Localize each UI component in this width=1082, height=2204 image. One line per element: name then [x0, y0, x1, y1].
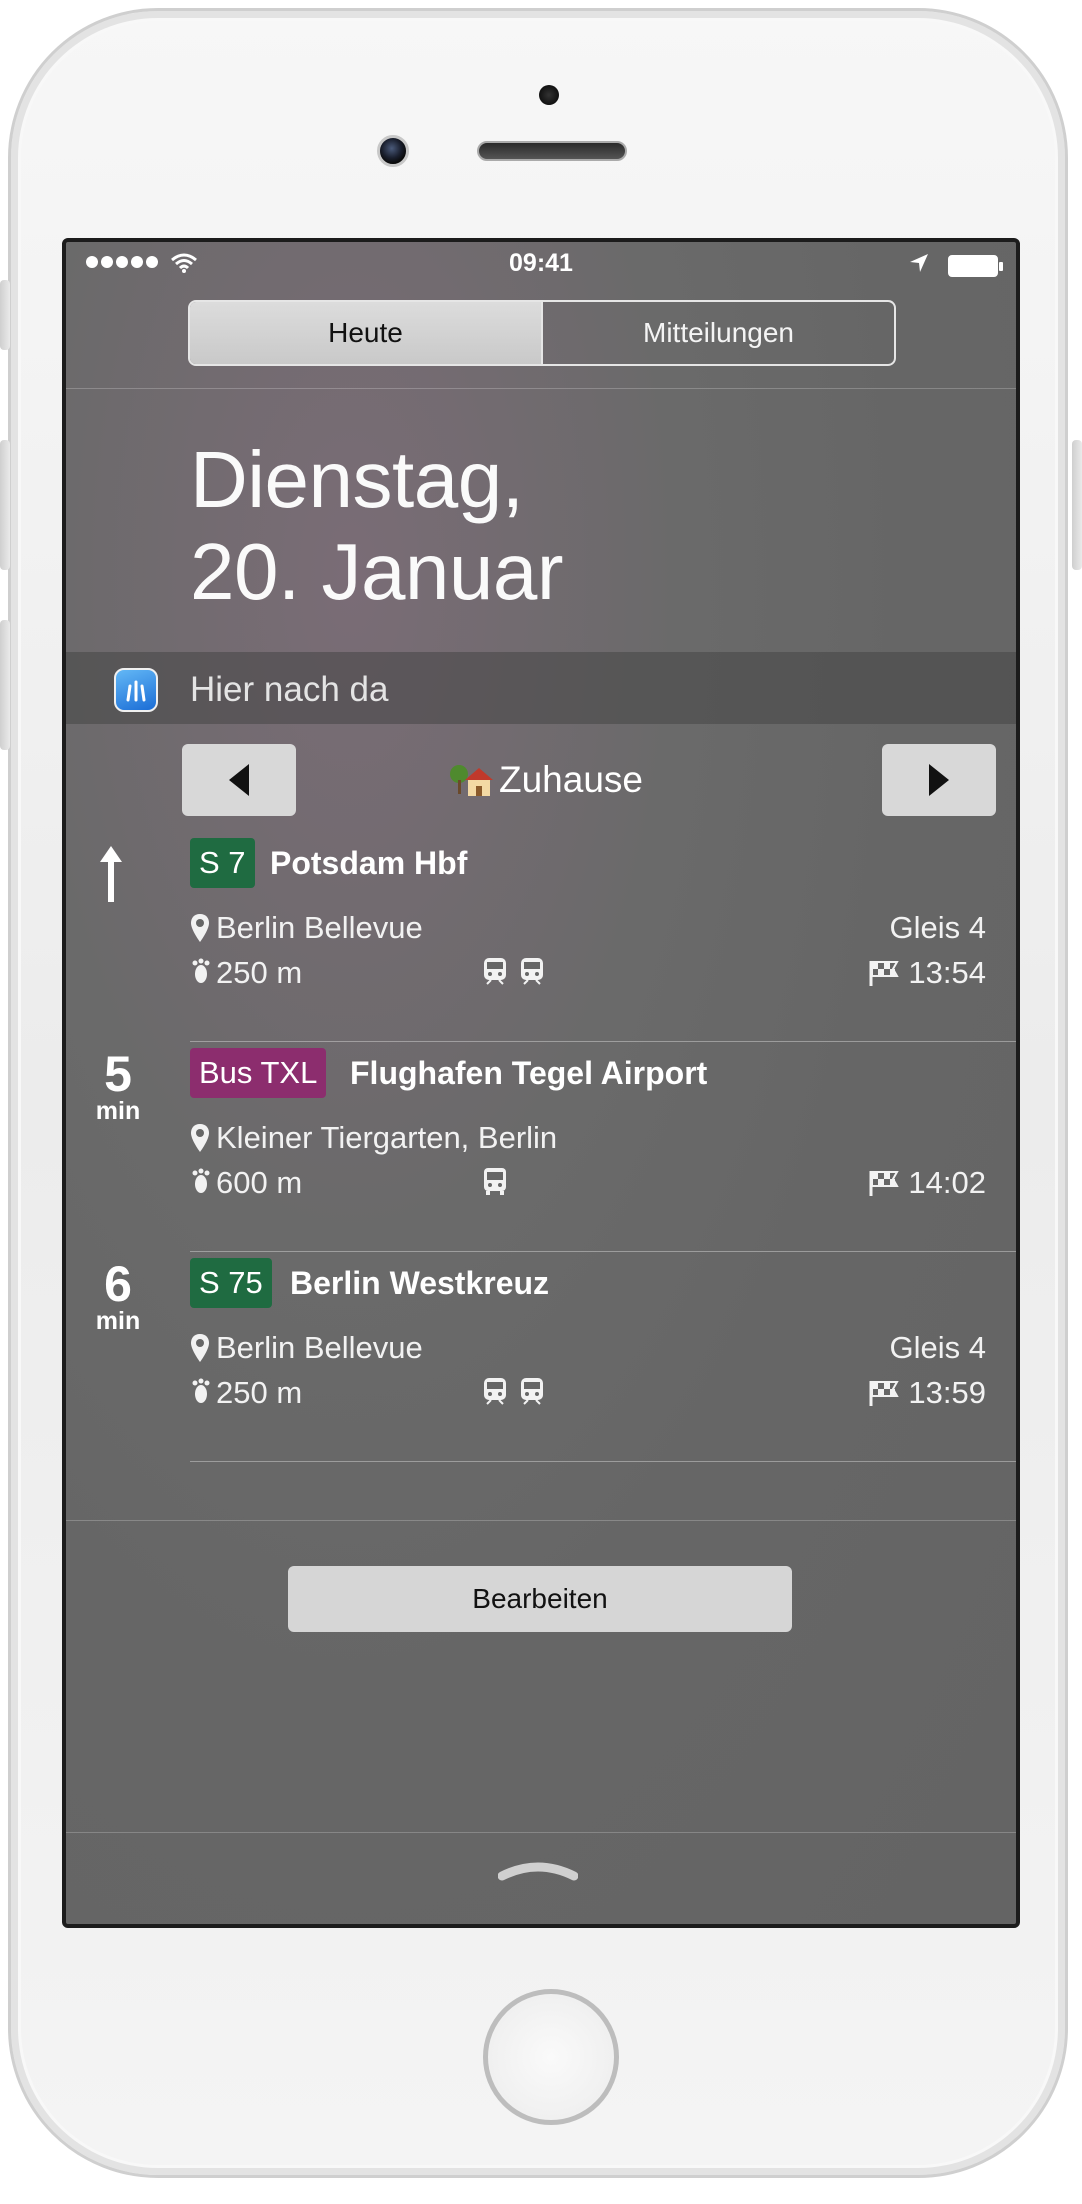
departure-stop: Berlin Bellevue [190, 910, 423, 946]
departure-countdown: 6 min [78, 1256, 158, 1335]
arrival-time: 14:02 [868, 1165, 986, 1201]
line-badge: S 75 [190, 1258, 272, 1308]
finish-flag-icon [869, 1381, 900, 1406]
widget-header[interactable]: Hier nach da [66, 652, 1016, 724]
map-pin-icon [191, 1124, 209, 1152]
walk-distance: 600 m [216, 1165, 303, 1200]
walking-distance: 600 m [190, 1165, 302, 1201]
stop-name: Berlin Bellevue [216, 1330, 423, 1365]
line-badge: S 7 [190, 838, 255, 888]
tab-mitteilungen[interactable]: Mitteilungen [541, 302, 894, 364]
connection-item[interactable]: 5 min Bus TXL Flughafen Tegel Airport Kl… [66, 1042, 1016, 1252]
footprints-icon [192, 958, 210, 983]
arrival-time: 13:54 [868, 955, 986, 991]
house-icon [450, 765, 493, 796]
train-icon [521, 958, 544, 985]
status-time: 09:41 [509, 249, 573, 277]
divider [66, 1832, 1016, 1833]
departure-stop: Berlin Bellevue [190, 1330, 423, 1366]
arrival-time-value: 14:02 [908, 1165, 986, 1200]
location-arrow-icon [910, 254, 928, 272]
hier-nach-da-app-icon [114, 668, 158, 712]
today-date: Dienstag, 20. Januar [190, 434, 564, 618]
train-icon [484, 958, 506, 985]
connection-destination: Flughafen Tegel Airport [350, 1055, 708, 1091]
earpiece-speaker [477, 141, 627, 161]
arrival-time-value: 13:59 [908, 1375, 986, 1410]
connection-item[interactable]: 6 min S 75 Berlin Westkreuz Berlin Belle… [66, 1252, 1016, 1462]
platform: Gleis 4 [889, 910, 986, 945]
connection-item[interactable]: S 7 Potsdam Hbf Berlin Bellevue Gleis 4 … [66, 832, 1016, 1042]
widget-title: Hier nach da [190, 670, 389, 709]
walking-distance: 250 m [190, 1375, 302, 1411]
vehicle-icons [482, 1376, 545, 1413]
next-destination-button[interactable] [882, 744, 996, 816]
walking-distance: 250 m [190, 955, 302, 991]
volume-up-button[interactable] [0, 440, 10, 570]
volume-down-button[interactable] [0, 620, 10, 750]
proximity-sensor [539, 85, 559, 105]
connection-destination: Berlin Westkreuz [290, 1265, 550, 1301]
finish-flag-icon [869, 1171, 900, 1196]
train-icon [484, 1378, 506, 1405]
walk-distance: 250 m [216, 1375, 303, 1410]
vehicle-icons [482, 956, 545, 993]
notification-center-tabs: Heute Mitteilungen [188, 300, 896, 366]
line-badge: Bus TXL [190, 1048, 327, 1098]
map-pin-icon [191, 1334, 209, 1362]
arrival-time-value: 13:54 [908, 955, 986, 990]
up-arrow-icon [100, 846, 122, 902]
tab-heute[interactable]: Heute [190, 302, 541, 364]
destination-selector: Zuhause [296, 744, 796, 816]
footprints-icon [192, 1378, 210, 1403]
row-divider [190, 1461, 1016, 1462]
edit-button[interactable]: Bearbeiten [288, 1566, 792, 1632]
status-bar: 09:41 [66, 242, 1016, 282]
countdown-value: 6 [104, 1256, 132, 1312]
stop-name: Berlin Bellevue [216, 910, 423, 945]
countdown-value: 5 [104, 1046, 132, 1102]
vehicle-icons [482, 1166, 508, 1203]
triangle-right-icon [929, 764, 949, 796]
footprints-icon [192, 1168, 210, 1193]
home-button[interactable] [483, 1989, 619, 2125]
arrival-time: 13:59 [868, 1375, 986, 1411]
stop-name: Kleiner Tiergarten, Berlin [216, 1120, 558, 1155]
divider [66, 388, 1016, 389]
date-weekday: Dienstag, [190, 435, 524, 524]
previous-destination-button[interactable] [182, 744, 296, 816]
divider [66, 1520, 1016, 1521]
map-pin-icon [191, 914, 209, 942]
battery-icon [948, 255, 1003, 277]
train-icon [521, 1378, 544, 1405]
mute-switch[interactable] [0, 280, 10, 350]
notification-center-screen: 09:41 Heute Mitteilungen Dienstag, 20. J… [62, 238, 1020, 1928]
power-button[interactable] [1072, 440, 1082, 570]
chevron-up-handle-icon[interactable] [498, 1856, 578, 1882]
bus-icon [484, 1168, 506, 1195]
connection-destination: Potsdam Hbf [270, 845, 468, 881]
departure-stop: Kleiner Tiergarten, Berlin [190, 1120, 557, 1156]
countdown-unit: min [95, 1097, 141, 1125]
destination-name: Zuhause [499, 759, 643, 800]
date-day: 20. Januar [190, 527, 564, 616]
walk-distance: 250 m [216, 955, 303, 990]
triangle-left-icon [229, 764, 249, 796]
finish-flag-icon [869, 961, 900, 986]
countdown-unit: min [95, 1307, 141, 1335]
departure-countdown: 5 min [78, 1046, 158, 1125]
front-camera [377, 135, 409, 167]
platform: Gleis 4 [889, 1330, 986, 1365]
